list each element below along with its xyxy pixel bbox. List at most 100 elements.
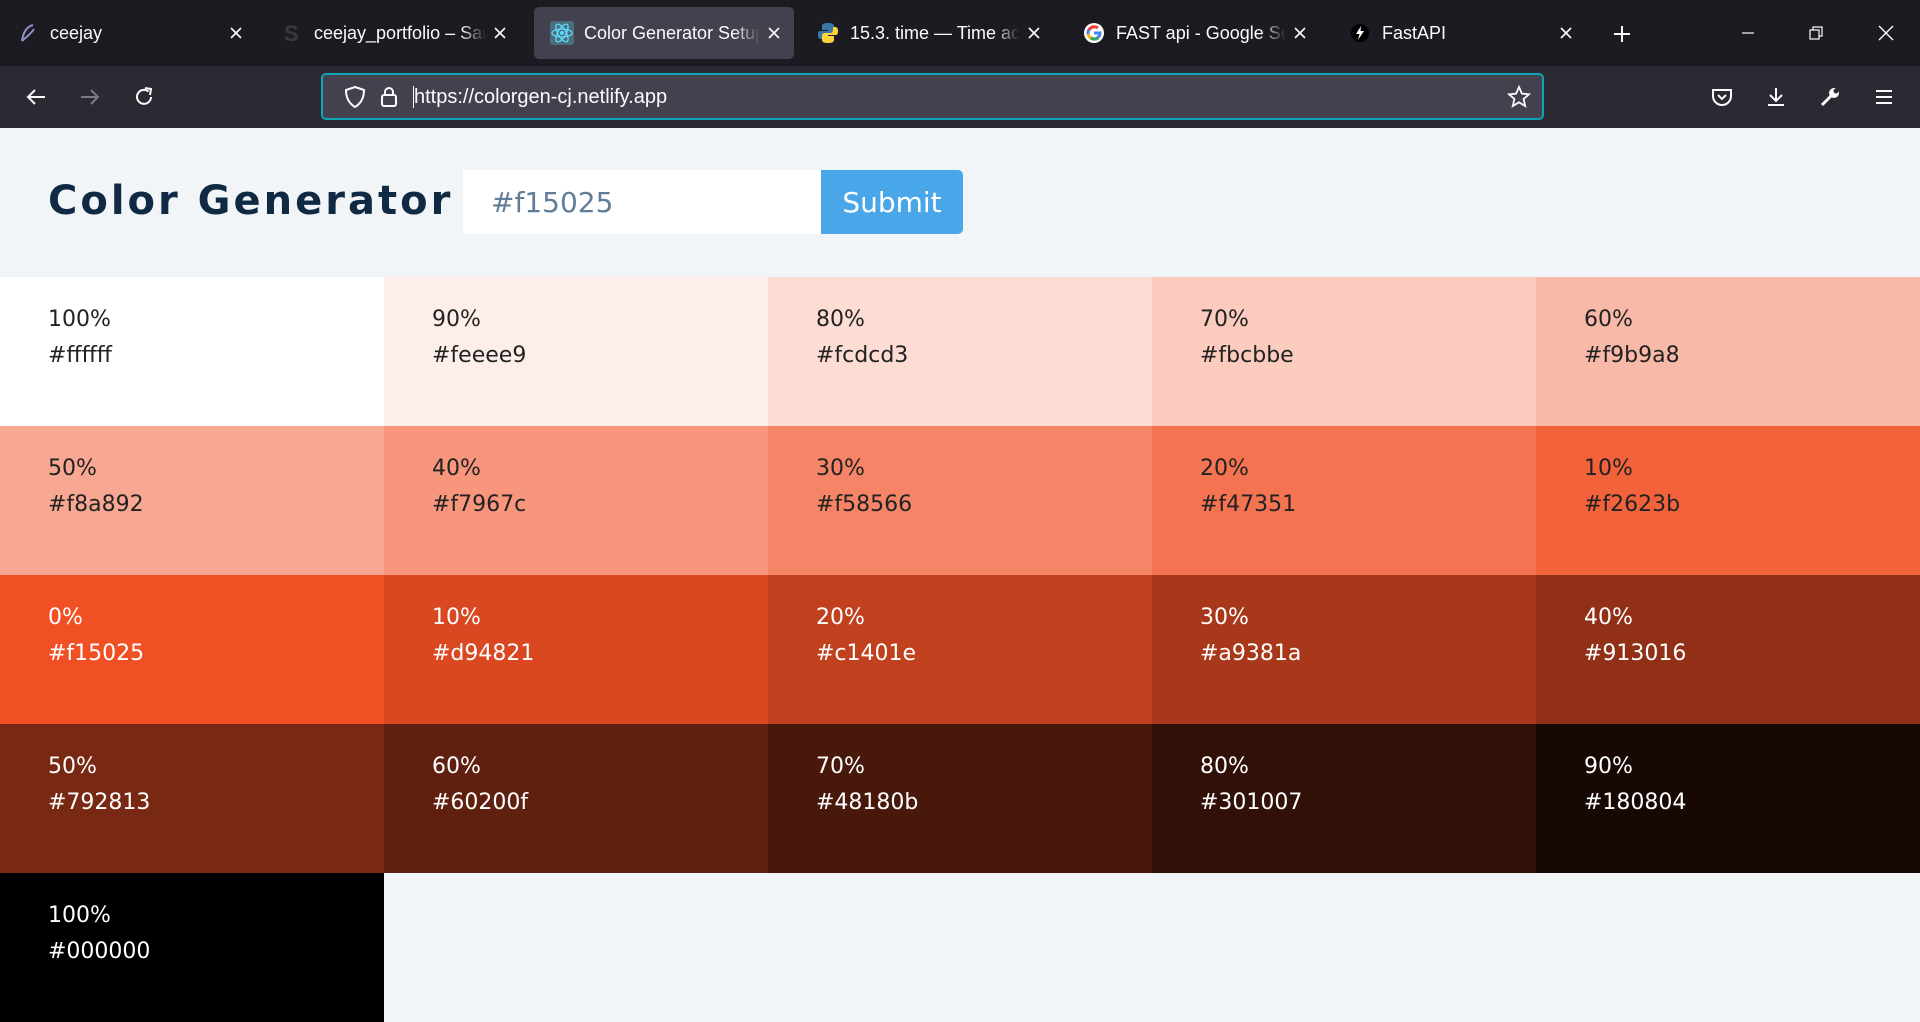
swatch-percent: 30% [816,456,865,481]
tab-title: FAST api - Google Search [1116,22,1286,43]
swatch-percent: 60% [1584,307,1633,332]
swatch-percent: 50% [48,456,97,481]
forward-button[interactable] [72,79,108,115]
swatch-percent: 70% [1200,307,1249,332]
color-swatch[interactable]: 30% #f58566 [768,426,1152,575]
page-title: Color Generator [48,178,454,224]
google-icon [1082,21,1106,45]
color-swatch[interactable]: 90% #feeee9 [384,277,768,426]
swatch-percent: 70% [816,754,865,779]
color-swatch[interactable]: 100% #ffffff [0,277,384,426]
color-swatch[interactable]: 0% #f15025 [0,575,384,724]
close-window-button[interactable] [1852,0,1920,66]
swatch-percent: 90% [432,307,481,332]
color-swatch[interactable]: 50% #f8a892 [0,426,384,575]
submit-button[interactable]: Submit [821,170,963,234]
color-swatch[interactable]: 70% #48180b [768,724,1152,873]
tab-fastapi[interactable]: FastAPI [1332,7,1586,59]
swatch-percent: 40% [432,456,481,481]
swatch-hex: #792813 [48,790,151,815]
color-swatch[interactable]: 10% #f2623b [1536,426,1920,575]
swatch-hex: #f9b9a8 [1584,343,1680,368]
swatch-hex: #f2623b [1584,492,1681,517]
swatch-hex: #60200f [432,790,529,815]
color-swatch[interactable]: 100% #000000 [0,873,384,1022]
swatch-hex: #a9381a [1200,641,1302,666]
bookmark-star-icon[interactable] [1507,85,1531,109]
color-swatch[interactable]: 40% #913016 [1536,575,1920,724]
tab-title: FastAPI [1382,22,1447,43]
swatch-hex: #180804 [1584,790,1687,815]
reload-button[interactable] [126,79,162,115]
hamburger-menu-icon[interactable] [1866,79,1902,115]
tab-ceejay-portfolio[interactable]: S ceejay_portfolio – Sanity [264,7,520,59]
swatch-percent: 100% [48,307,111,332]
color-swatch[interactable]: 80% #301007 [1152,724,1536,873]
tab-title: 15.3. time — Time access and conversions [850,22,1020,43]
color-swatch[interactable]: 10% #d94821 [384,575,768,724]
new-tab-button[interactable] [1606,18,1638,50]
color-swatch[interactable]: 70% #fbcbbe [1152,277,1536,426]
color-swatch[interactable]: 80% #fcdcd3 [768,277,1152,426]
tab-color-generator[interactable]: Color Generator Setup [534,7,794,59]
color-swatch[interactable]: 40% #f7967c [384,426,768,575]
download-icon[interactable] [1758,79,1794,115]
color-swatch[interactable]: 60% #f9b9a8 [1536,277,1920,426]
lock-icon[interactable] [377,85,401,109]
back-button[interactable] [18,79,54,115]
shield-icon[interactable] [343,85,367,109]
tab-ceejay[interactable]: ceejay [0,7,256,59]
swatch-hex: #f58566 [816,492,913,517]
swatch-hex: #f7967c [432,492,527,517]
pocket-icon[interactable] [1704,79,1740,115]
color-swatch[interactable]: 20% #f47351 [1152,426,1536,575]
tab-google-search[interactable]: FAST api - Google Search [1066,7,1320,59]
tab-title: Color Generator Setup [584,22,760,43]
wrench-icon[interactable] [1812,79,1848,115]
swatch-percent: 80% [1200,754,1249,779]
close-tab-icon[interactable] [760,19,788,47]
color-swatch[interactable]: 50% #792813 [0,724,384,873]
svg-text:S: S [284,22,299,44]
color-swatch[interactable]: 60% #60200f [384,724,768,873]
minimize-button[interactable] [1714,0,1782,66]
swatch-percent: 30% [1200,605,1249,630]
swatch-percent: 10% [432,605,481,630]
swatch-hex: #301007 [1200,790,1303,815]
url-bar[interactable]: https://colorgen-cj.netlify.app [321,73,1544,120]
swatch-percent: 50% [48,754,97,779]
color-input[interactable] [463,170,822,234]
color-swatch[interactable]: 20% #c1401e [768,575,1152,724]
restore-button[interactable] [1782,0,1850,66]
tab-python-time[interactable]: 15.3. time — Time access and conversions [800,7,1054,59]
swatch-percent: 60% [432,754,481,779]
swatch-hex: #f47351 [1200,492,1297,517]
url-text[interactable]: https://colorgen-cj.netlify.app [414,86,667,109]
swatch-percent: 20% [816,605,865,630]
color-swatch[interactable]: 30% #a9381a [1152,575,1536,724]
close-tab-icon[interactable] [222,19,250,47]
swatch-hex: #f8a892 [48,492,144,517]
close-tab-icon[interactable] [1286,19,1314,47]
swatch-hex: #feeee9 [432,343,527,368]
color-grid: 100% #ffffff 90% #feeee9 80% #fcdcd3 70% #fbcbb… [0,277,1920,1022]
python-icon [816,21,840,45]
close-tab-icon[interactable] [486,19,514,47]
tab-title: ceejay_portfolio – Sanity [314,22,486,43]
tab-strip: ceejay S ceejay_portfolio – Sanity Color… [0,0,1920,66]
color-swatch[interactable]: 90% #180804 [1536,724,1920,873]
fastapi-icon [1348,21,1372,45]
swatch-percent: 10% [1584,456,1633,481]
react-icon [550,21,574,45]
swatch-hex: #48180b [816,790,919,815]
swatch-hex: #f15025 [48,641,145,666]
swatch-hex: #c1401e [816,641,917,666]
close-tab-icon[interactable] [1020,19,1048,47]
feather-icon [16,21,40,45]
swatch-percent: 40% [1584,605,1633,630]
swatch-hex: #d94821 [432,641,535,666]
swatch-hex: #913016 [1584,641,1687,666]
swatch-percent: 90% [1584,754,1633,779]
swatch-hex: #000000 [48,939,151,964]
close-tab-icon[interactable] [1552,19,1580,47]
